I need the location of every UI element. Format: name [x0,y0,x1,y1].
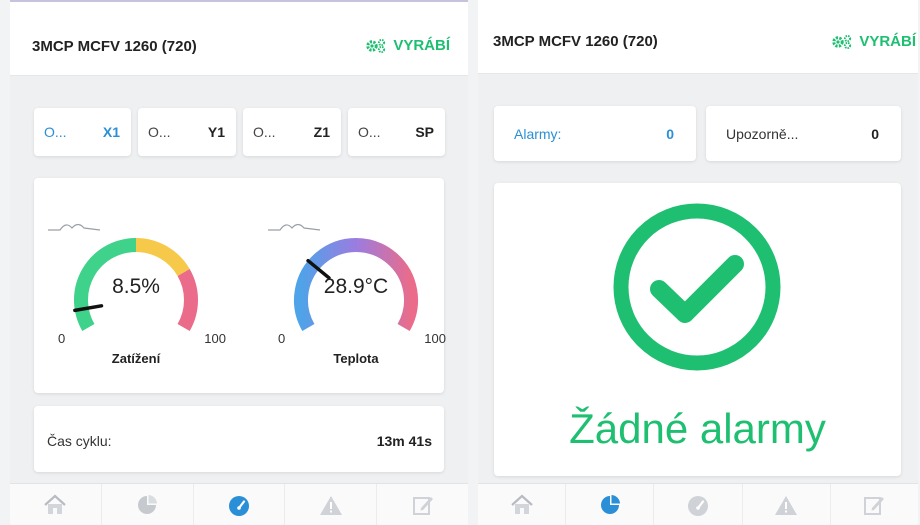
alarms-screen: 3MCP MCFV 1260 (720) VYRÁBÍ Alarmy: 0 Up… [478,0,918,525]
gauge-value: 8.5% [112,275,160,298]
nav-home[interactable] [10,484,101,525]
gauge-min: 0 [58,331,66,346]
pie-chart-icon [138,494,158,514]
no-alarms-text: Žádné alarmy [569,405,826,452]
home-icon [510,494,533,514]
axis-card-y1[interactable]: O... Y1 [138,108,236,156]
warnings-value: 0 [871,125,879,142]
nav-notes[interactable] [829,484,918,525]
temperature-gauge: 28.9°C 0 100 Teplota [266,218,446,378]
axis-card-sp[interactable]: O... SP [348,108,445,156]
no-alarms-card: Žádné alarmy [494,183,901,476]
load-gauge: 8.5% 0 100 Zatížení [46,218,226,378]
warning-icon [319,495,342,515]
axis-card-z1[interactable]: O... Z1 [243,108,341,156]
header: 3MCP MCFV 1260 (720) VYRÁBÍ [478,0,918,74]
axis-label: O... [148,124,171,140]
nav-gauges[interactable] [653,484,741,525]
pie-chart-icon [600,494,620,514]
nav-gauges[interactable] [192,484,285,525]
axis-label: O... [253,124,276,140]
axis-card-x1[interactable]: O... X1 [34,108,131,156]
axis-value: Z1 [313,124,330,140]
home-icon [44,494,67,514]
gauge-min: 0 [278,331,286,346]
axis-value: X1 [102,124,120,140]
speedometer-icon [228,495,249,516]
nav-overview[interactable] [565,484,653,525]
gauge-label: Zatížení [111,351,161,366]
machine-detail-screen: 3MCP MCFV 1260 (720) VYRÁBÍ O... X1 O...… [10,0,468,525]
axis-label: O... [358,124,381,140]
alarms-label: Alarmy: [514,125,562,142]
axis-label: O... [44,124,67,140]
edit-icon [412,496,433,515]
warnings-label: Upozorně... [726,125,799,142]
check-circle-icon [613,203,781,371]
gauge-max: 100 [424,331,446,346]
edit-icon [864,496,885,515]
nav-home[interactable] [478,484,565,525]
cycle-time-card: Čas cyklu: 13m 41s [34,406,444,472]
cycle-time-value: 13m 41s [376,433,432,449]
nav-notes[interactable] [376,484,468,525]
gauge-label: Teplota [333,351,379,366]
gears-icon [366,38,386,53]
gauge-max: 100 [204,331,226,346]
gauge-value: 28.9°C [323,275,389,298]
trend-icon[interactable] [46,218,102,232]
axis-value: Y1 [207,124,225,140]
nav-alarms[interactable] [284,484,376,525]
gauges-card: 8.5% 0 100 Zatížení 28.9°C 0 100 Teplota [34,178,446,393]
axis-value: SP [415,124,434,140]
alarms-value: 0 [666,125,674,142]
warning-icon [775,495,798,515]
status-indicator: VYRÁBÍ [831,33,916,50]
header: 3MCP MCFV 1260 (720) VYRÁBÍ [10,2,468,76]
status-indicator: VYRÁBÍ [365,37,450,54]
status-text: VYRÁBÍ [859,33,916,50]
machine-title: 3MCP MCFV 1260 (720) [493,33,658,50]
trend-icon[interactable] [266,218,322,232]
gears-icon [832,34,852,49]
nav-overview[interactable] [100,484,193,525]
cycle-time-label: Čas cyklu: [47,433,112,449]
status-text: VYRÁBÍ [393,37,450,54]
speedometer-icon [688,495,708,516]
nav-alarms[interactable] [741,484,830,525]
alarms-count-card[interactable]: Alarmy: 0 [494,106,696,161]
machine-title: 3MCP MCFV 1260 (720) [32,38,197,55]
warnings-count-card[interactable]: Upozorně... 0 [706,106,901,161]
bottom-nav [10,483,468,525]
bottom-nav [478,483,918,525]
